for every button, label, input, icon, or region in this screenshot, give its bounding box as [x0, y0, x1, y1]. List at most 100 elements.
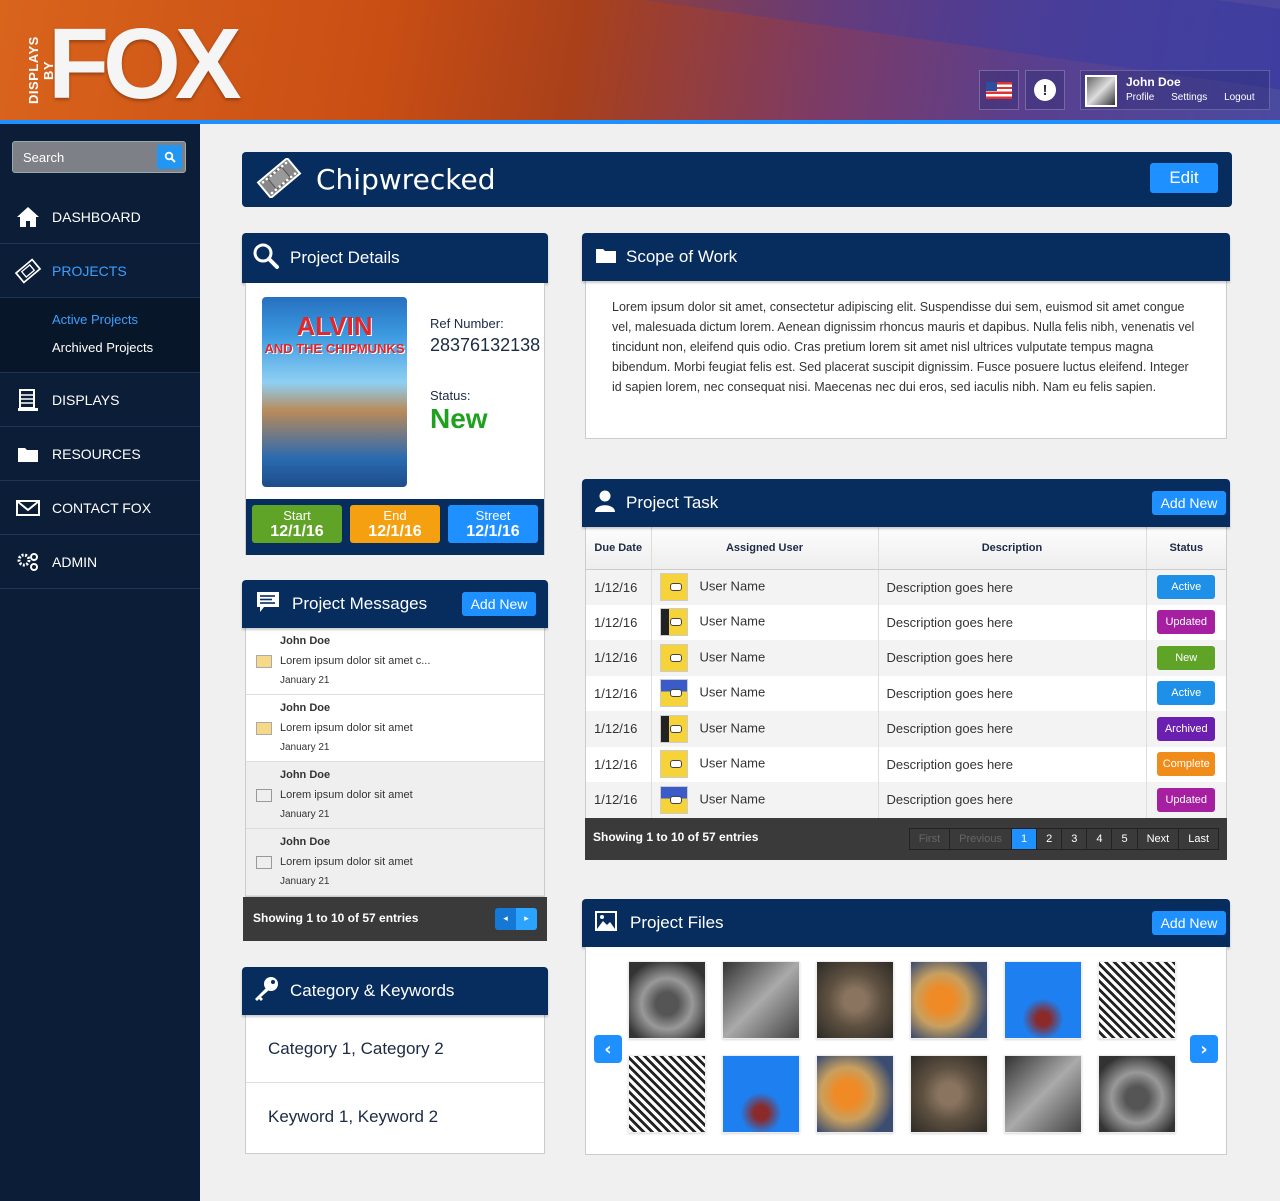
- table-row[interactable]: 1/12/16 User Name Description goes here Com…: [586, 746, 1226, 782]
- page-button-next[interactable]: Next: [1138, 828, 1180, 849]
- page-button-2[interactable]: 2: [1037, 828, 1063, 849]
- table-row[interactable]: 1/12/16 User Name Description goes here Arc…: [586, 711, 1226, 747]
- page-button-first[interactable]: First: [910, 828, 951, 849]
- assigned-user-cell: User Name: [651, 640, 878, 676]
- file-thumbnail-bird-bw[interactable]: [722, 961, 800, 1039]
- page-button-previous[interactable]: Previous: [950, 828, 1012, 849]
- add-message-button[interactable]: Add New: [462, 592, 536, 616]
- file-thumbnail-jellyfish[interactable]: [1004, 961, 1082, 1039]
- logout-link[interactable]: Logout: [1224, 92, 1255, 103]
- add-task-button[interactable]: Add New: [1152, 491, 1226, 515]
- nav-label: ADMIN: [52, 553, 98, 570]
- edit-button[interactable]: Edit: [1150, 163, 1218, 193]
- column-header-status[interactable]: Status: [1146, 527, 1226, 570]
- profile-link[interactable]: Profile: [1126, 92, 1154, 103]
- ref-number-label: Ref Number:: [430, 316, 504, 331]
- status-badge[interactable]: Complete: [1157, 752, 1216, 777]
- chevron-right-icon[interactable]: ›: [1190, 1035, 1218, 1063]
- column-header-due-date[interactable]: Due Date: [586, 527, 652, 570]
- poster-title: ALVIN: [296, 311, 373, 341]
- chevron-left-icon[interactable]: ‹: [594, 1035, 622, 1063]
- gears-icon: [14, 548, 42, 576]
- user-avatar[interactable]: [1085, 75, 1117, 107]
- nav-label: DISPLAYS: [52, 391, 120, 408]
- folder-icon: [14, 440, 42, 468]
- message-item[interactable]: John Doe Lorem ipsum dolor sit amet c...…: [246, 628, 544, 695]
- search-icon: [164, 151, 176, 163]
- project-poster-image[interactable]: ALVIN AND THE CHIPMUNKS: [262, 297, 407, 487]
- column-header-description[interactable]: Description: [878, 527, 1147, 570]
- page-button-1[interactable]: 1: [1011, 828, 1038, 849]
- film-reel-icon: [256, 156, 302, 202]
- date-label: End: [383, 508, 407, 523]
- status-badge[interactable]: New: [1157, 645, 1216, 670]
- message-text: Lorem ipsum dolor sit amet: [280, 789, 413, 801]
- nav-label: PROJECTS: [52, 262, 127, 279]
- next-page-button[interactable]: ▸: [516, 908, 537, 930]
- nav-contact-fox[interactable]: CONTACT FOX: [0, 481, 200, 535]
- column-header-assigned-user[interactable]: Assigned User: [651, 527, 879, 570]
- panel-title: Project Task: [626, 493, 719, 512]
- envelope-icon: [14, 494, 42, 522]
- nav-projects[interactable]: PROJECTS: [0, 244, 200, 298]
- settings-link[interactable]: Settings: [1171, 92, 1207, 103]
- status-badge[interactable]: Active: [1157, 681, 1216, 706]
- description-cell: Description goes here: [877, 604, 1146, 640]
- table-row[interactable]: 1/12/16 User Name Description goes here New: [586, 640, 1226, 676]
- file-thumbnail-wallaby[interactable]: [816, 961, 894, 1039]
- logo[interactable]: FOX: [48, 14, 242, 114]
- nav-label: DASHBOARD: [52, 208, 141, 225]
- sub-active-projects[interactable]: Active Projects: [52, 306, 200, 334]
- description-cell: Description goes here: [877, 675, 1146, 711]
- nav-dashboard[interactable]: DASHBOARD: [0, 190, 200, 244]
- status-cell: Updated: [1145, 604, 1226, 640]
- add-file-button[interactable]: Add New: [1152, 911, 1226, 935]
- file-thumbnail-wallaby[interactable]: [910, 1055, 988, 1133]
- table-row[interactable]: 1/12/16 User Name Description goes here Act…: [586, 569, 1226, 605]
- status-badge[interactable]: Updated: [1157, 787, 1216, 812]
- status-badge[interactable]: Active: [1157, 575, 1216, 599]
- page-button-3[interactable]: 3: [1062, 828, 1088, 849]
- message-item[interactable]: John Doe Lorem ipsum dolor sit amet Janu…: [246, 762, 544, 829]
- sub-archived-projects[interactable]: Archived Projects: [52, 334, 200, 362]
- page-button-4[interactable]: 4: [1087, 828, 1113, 849]
- language-button[interactable]: [979, 70, 1019, 110]
- message-author: John Doe: [280, 769, 331, 781]
- status-badge[interactable]: Updated: [1157, 610, 1216, 635]
- description-cell: Description goes here: [877, 569, 1146, 605]
- table-row[interactable]: 1/12/16 User Name Description goes here Upd…: [586, 604, 1226, 640]
- logo-prefix: DISPLAYS BY: [26, 36, 56, 104]
- file-thumbnail-koi-fish[interactable]: [816, 1055, 894, 1133]
- nav-admin[interactable]: ADMIN: [0, 535, 200, 589]
- date-label: Street: [475, 508, 511, 523]
- alerts-button[interactable]: !: [1025, 70, 1065, 110]
- message-item[interactable]: John Doe Lorem ipsum dolor sit amet Janu…: [246, 695, 544, 762]
- file-thumbnail-foliage-bw[interactable]: [628, 1055, 706, 1133]
- folder-icon: [594, 245, 618, 269]
- assigned-user-cell: User Name: [651, 675, 878, 711]
- message-text: Lorem ipsum dolor sit amet: [280, 856, 413, 868]
- prev-page-button[interactable]: ◂: [495, 908, 516, 930]
- file-thumbnail-koi-fish[interactable]: [910, 961, 988, 1039]
- nav-resources[interactable]: RESOURCES: [0, 427, 200, 481]
- search-button[interactable]: [157, 145, 182, 169]
- status-badge[interactable]: Archived: [1157, 716, 1216, 741]
- search-input[interactable]: [13, 142, 153, 172]
- file-thumbnail-bird-bw[interactable]: [1004, 1055, 1082, 1133]
- file-thumbnail-jellyfish[interactable]: [722, 1055, 800, 1133]
- categories-value: Category 1, Category 2: [246, 1015, 544, 1083]
- file-thumbnail-foliage-bw[interactable]: [1098, 961, 1176, 1039]
- table-row[interactable]: 1/12/16 User Name Description goes here Upd…: [586, 782, 1226, 818]
- page-button-5[interactable]: 5: [1112, 828, 1138, 849]
- nav-displays[interactable]: DISPLAYS: [0, 373, 200, 427]
- date-value: 12/1/16: [270, 523, 324, 540]
- table-row[interactable]: 1/12/16 User Name Description goes here Act…: [586, 675, 1226, 711]
- panel-title: Project Messages: [292, 594, 428, 613]
- message-item[interactable]: John Doe Lorem ipsum dolor sit amet Janu…: [246, 829, 544, 896]
- due-date-cell: 1/12/16: [586, 604, 652, 640]
- file-thumbnail-cat-bw[interactable]: [1098, 1055, 1176, 1133]
- user-avatar: [659, 573, 688, 601]
- file-thumbnail-cat-bw[interactable]: [628, 961, 706, 1039]
- envelope-icon: [256, 789, 272, 802]
- page-button-last[interactable]: Last: [1179, 829, 1218, 849]
